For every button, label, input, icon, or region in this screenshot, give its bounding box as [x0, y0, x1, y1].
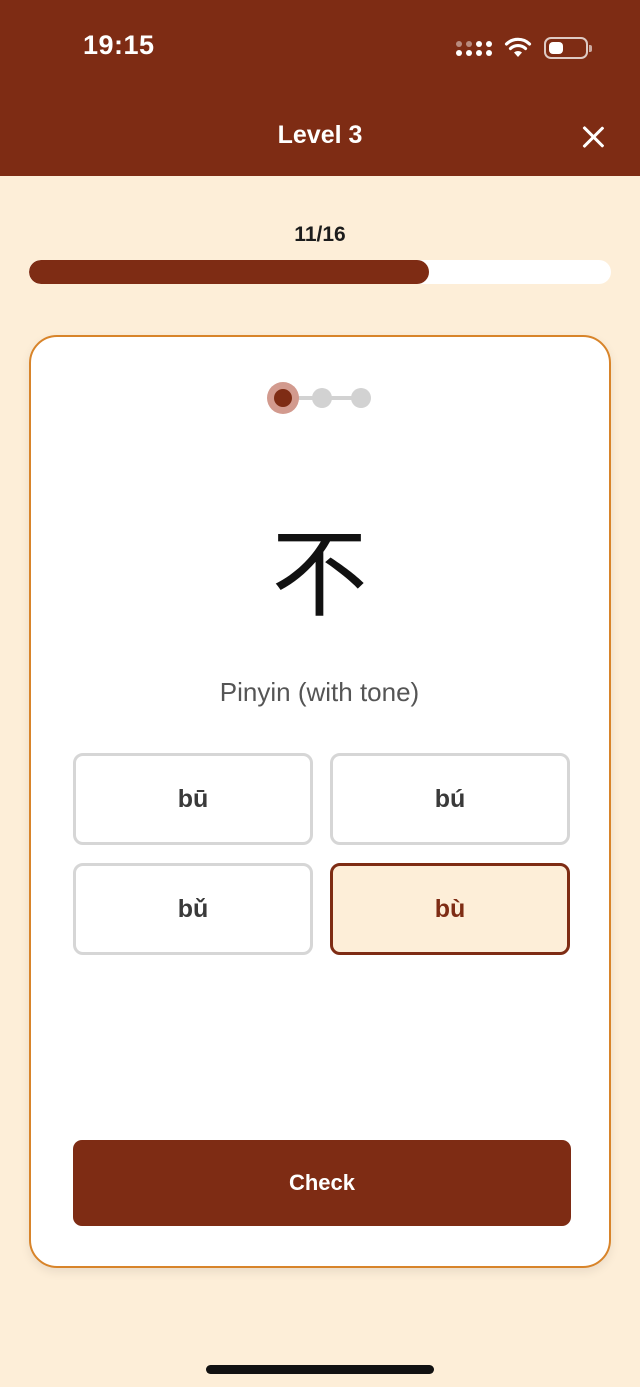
- progress-label: 11/16: [294, 223, 346, 246]
- progress-bar-fill: [29, 260, 430, 284]
- answer-option[interactable]: bū: [73, 753, 313, 845]
- progress-bar: [29, 260, 611, 284]
- status-time: 19:15: [83, 30, 155, 60]
- step-dot-active: [267, 382, 299, 414]
- step-dot: [312, 388, 332, 408]
- question-prompt: Pinyin (with tone): [219, 677, 420, 707]
- step-dot: [351, 388, 371, 408]
- step-indicator: [267, 381, 375, 415]
- battery-icon: [544, 37, 592, 59]
- close-icon[interactable]: [577, 121, 609, 153]
- home-indicator: [206, 1365, 434, 1374]
- question-card: 不 Pinyin (with tone) bū bú bǔ bù Check: [29, 335, 611, 1268]
- answer-option[interactable]: bǔ: [73, 863, 313, 955]
- chinese-character: 不: [271, 519, 368, 631]
- answer-option[interactable]: bú: [330, 753, 570, 845]
- cellular-signal-icon: [456, 40, 492, 56]
- page-title: Level 3: [277, 121, 363, 149]
- status-icons: [456, 34, 592, 62]
- wifi-icon: [504, 37, 532, 57]
- top-bar: 19:15 Level 3: [0, 0, 640, 176]
- answer-option-selected[interactable]: bù: [330, 863, 570, 955]
- check-button[interactable]: Check: [73, 1140, 571, 1226]
